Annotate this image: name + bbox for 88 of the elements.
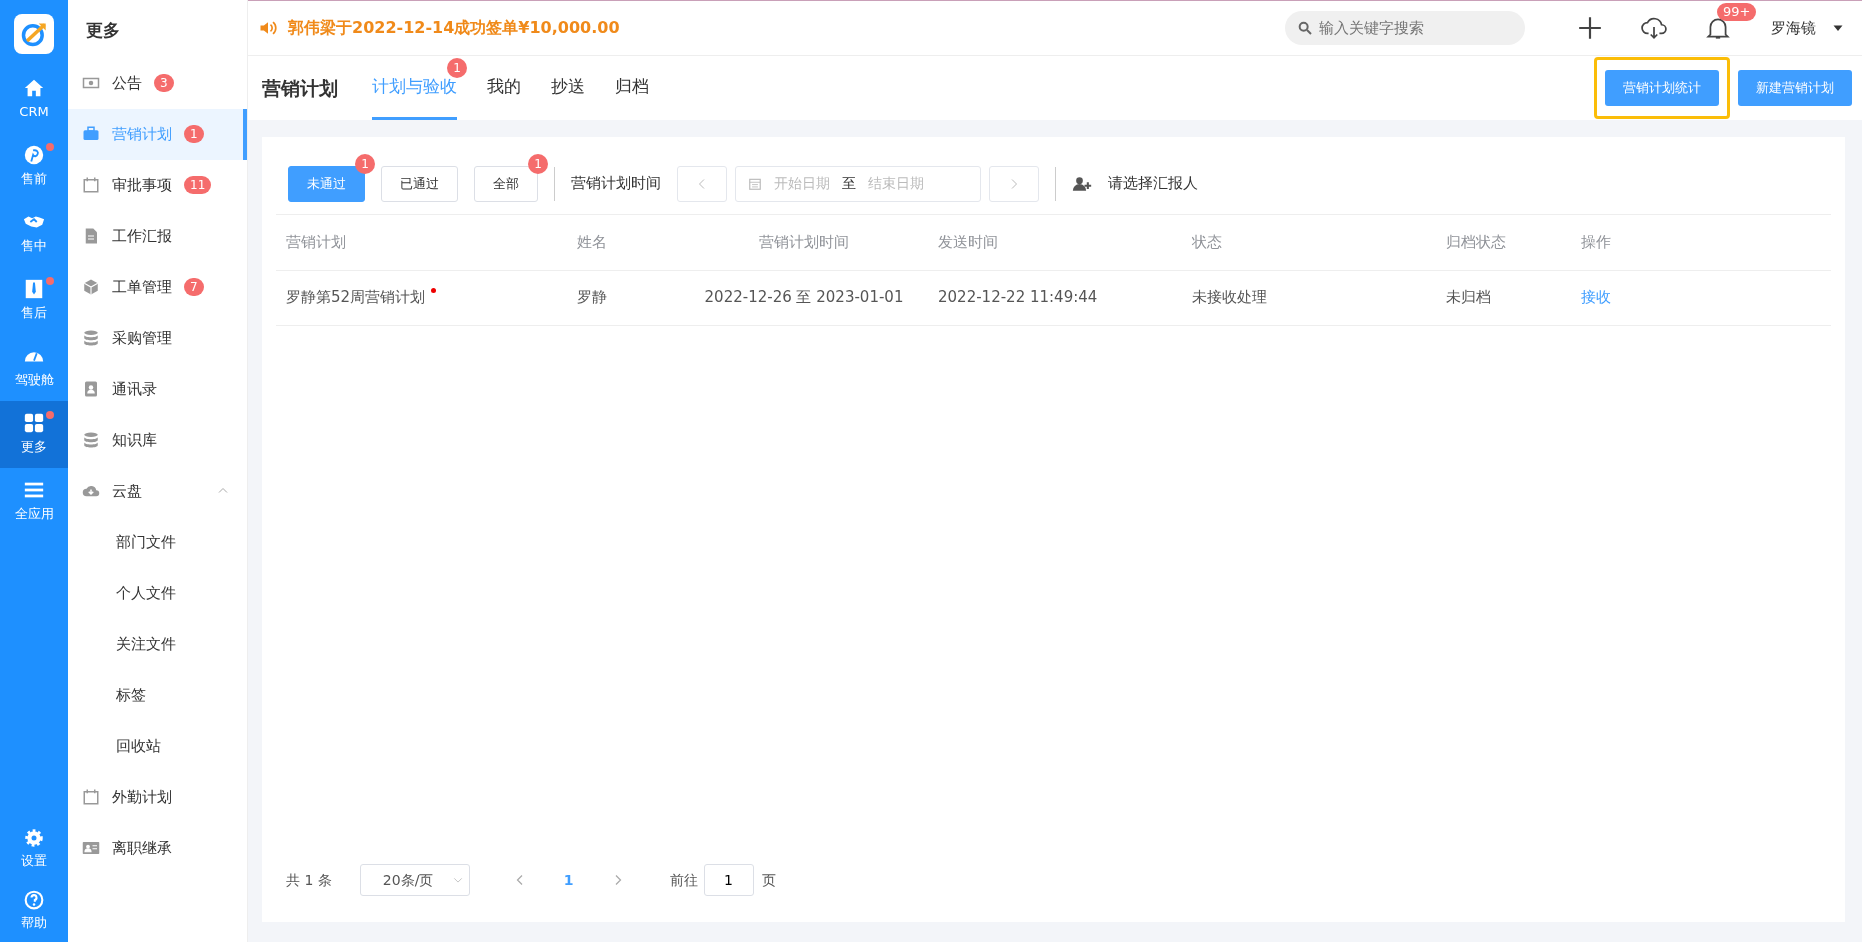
sidebar-label: 工单管理 bbox=[112, 276, 172, 298]
sidebar-title: 更多 bbox=[85, 19, 121, 42]
count-badge: 3 bbox=[154, 74, 174, 92]
sidebar-item[interactable]: 云盘 bbox=[68, 465, 247, 517]
count-badge: 1 bbox=[447, 58, 467, 78]
sidebar-item[interactable]: 公告 3 bbox=[68, 57, 247, 109]
sidebar-label: 知识库 bbox=[112, 429, 157, 451]
notice-text: 郭伟梁于2022-12-14成功签单¥10,000.00 bbox=[288, 17, 620, 39]
reporter-picker[interactable]: 请选择汇报人 bbox=[1072, 172, 1198, 195]
add-icon[interactable] bbox=[1577, 15, 1603, 41]
briefcase-icon bbox=[82, 125, 100, 143]
sidebar-item[interactable]: 审批事项 11 bbox=[68, 159, 247, 211]
calendar-icon bbox=[82, 788, 100, 806]
sidebar-subitem[interactable]: 个人文件 bbox=[68, 567, 247, 619]
count-badge: 7 bbox=[184, 278, 204, 296]
user-name: 罗海镜 bbox=[1771, 17, 1816, 39]
column-header: 归档状态 bbox=[1436, 215, 1571, 270]
id-card-icon bbox=[82, 839, 100, 857]
date-range-field[interactable]: 开始日期 至 结束日期 bbox=[735, 165, 981, 202]
user-menu[interactable]: 罗海镜 bbox=[1771, 16, 1844, 40]
column-header: 发送时间 bbox=[928, 215, 1182, 270]
sidebar-label: 采购管理 bbox=[112, 327, 172, 349]
rail-item[interactable]: 更多 bbox=[0, 401, 68, 468]
sidebar-label: 云盘 bbox=[112, 480, 142, 502]
sidebar-label: 离职继承 bbox=[112, 837, 172, 859]
table-cell: 罗静 bbox=[577, 288, 607, 307]
count-badge: 11 bbox=[184, 176, 212, 194]
sidebar-label: 审批事项 bbox=[112, 174, 172, 196]
sidebar-item[interactable]: 离职继承 bbox=[68, 822, 247, 874]
page-unit: 页 bbox=[761, 870, 776, 890]
sidebar-item[interactable]: 通讯录 bbox=[68, 363, 247, 415]
sidebar-item[interactable]: 工单管理 7 bbox=[68, 261, 247, 313]
column-header: 操作 bbox=[1571, 215, 1831, 270]
table-cell: 2022-12-22 11:49:44 bbox=[938, 288, 1098, 307]
count-badge: 1 bbox=[355, 153, 375, 174]
total-count: 共 1 条 bbox=[286, 870, 332, 890]
cloud-download-icon[interactable] bbox=[1641, 15, 1667, 41]
tab[interactable]: 抄送 bbox=[551, 56, 585, 120]
contact-book-icon bbox=[82, 380, 100, 398]
page-title: 营销计划 bbox=[262, 75, 338, 101]
page-input[interactable]: 1 bbox=[703, 864, 754, 896]
table-cell: 未接收处理 bbox=[1192, 288, 1267, 307]
range-separator: 至 bbox=[842, 174, 856, 193]
page-size-select[interactable]: 20条/页 bbox=[359, 864, 470, 896]
sidebar-label: 公告 bbox=[112, 72, 142, 94]
app-logo[interactable] bbox=[14, 14, 54, 54]
sidebar-item[interactable]: 工作汇报 bbox=[68, 210, 247, 262]
sidebar-subitem[interactable]: 标签 bbox=[68, 669, 247, 721]
reporter-label: 请选择汇报人 bbox=[1108, 173, 1198, 195]
sidebar-label: 通讯录 bbox=[112, 378, 157, 400]
cube-icon bbox=[82, 278, 100, 296]
notification-badge: 99+ bbox=[1717, 3, 1757, 21]
filter-button[interactable]: 已通过 bbox=[381, 165, 458, 202]
column-header: 营销计划 bbox=[276, 215, 567, 270]
sidebar-item[interactable]: 知识库 bbox=[68, 414, 247, 466]
count-badge: 1 bbox=[184, 125, 204, 143]
sidebar-subitem[interactable]: 回收站 bbox=[68, 720, 247, 772]
table-cell: 2022-12-26 至 2023-01-01 bbox=[704, 288, 904, 307]
database-icon bbox=[82, 431, 100, 449]
column-header: 姓名 bbox=[567, 215, 680, 270]
sidebar-subitem[interactable]: 关注文件 bbox=[68, 618, 247, 670]
settings-icon bbox=[24, 827, 44, 848]
end-date-placeholder: 结束日期 bbox=[868, 174, 924, 193]
tab[interactable]: 我的 bbox=[487, 56, 521, 120]
calendar-icon bbox=[748, 176, 762, 191]
count-badge: 1 bbox=[528, 153, 548, 174]
help-icon bbox=[24, 889, 44, 910]
start-date-placeholder: 开始日期 bbox=[774, 174, 830, 193]
tie-icon bbox=[23, 278, 45, 301]
goto-label: 前往 bbox=[669, 870, 698, 890]
chevron-down-icon bbox=[452, 875, 463, 885]
search-field[interactable]: 输入关键字搜索 bbox=[1285, 11, 1525, 45]
sidebar-item[interactable]: 采购管理 bbox=[68, 312, 247, 364]
table-cell: 罗静第52周营销计划 bbox=[286, 288, 426, 307]
sidebar-item[interactable]: 外勤计划 bbox=[68, 771, 247, 823]
filter-label: 营销计划时间 bbox=[571, 173, 661, 195]
sidebar-label: 营销计划 bbox=[112, 123, 172, 145]
sidebar-label: 工作汇报 bbox=[112, 225, 172, 247]
tab[interactable]: 归档 bbox=[615, 56, 649, 120]
grid-icon bbox=[23, 412, 45, 435]
sidebar-label: 外勤计划 bbox=[112, 786, 172, 808]
database-icon bbox=[82, 329, 100, 347]
column-header: 营销计划时间 bbox=[680, 215, 928, 270]
active-indicator bbox=[243, 108, 247, 160]
calendar-icon bbox=[82, 176, 100, 194]
sidebar-subitem[interactable]: 部门文件 bbox=[68, 516, 247, 568]
column-header: 状态 bbox=[1182, 215, 1436, 270]
table-cell: 未归档 bbox=[1446, 288, 1491, 307]
